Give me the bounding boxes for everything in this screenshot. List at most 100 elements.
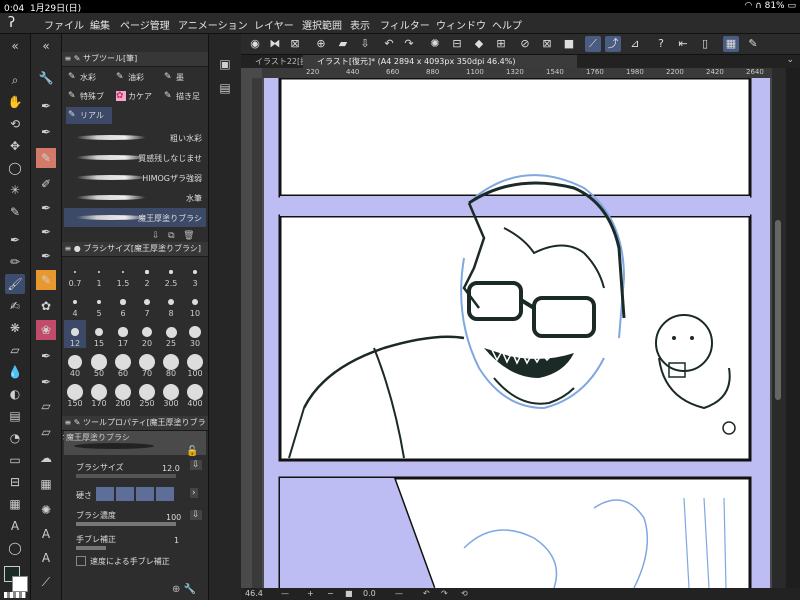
pencil-icon[interactable]: ✏ [5, 252, 25, 272]
hardness-selector[interactable] [96, 487, 176, 501]
export-icon[interactable]: ⇤ [675, 36, 691, 52]
snap-ruler-icon[interactable]: ⟋ [585, 36, 601, 52]
fill-icon[interactable]: ◆ [471, 36, 487, 52]
menu-view[interactable]: 表示 [350, 17, 370, 32]
rotate-icon[interactable]: ⟲ [5, 114, 25, 134]
invert-select-icon[interactable]: ⊠ [539, 36, 555, 52]
brush-size-option[interactable]: 1.5 [112, 260, 134, 288]
redo-icon[interactable]: ↷ [401, 36, 417, 52]
brush-size-option[interactable]: 6 [112, 290, 134, 318]
brush-size-option[interactable]: 20 [136, 320, 158, 348]
select-all-icon[interactable]: ■ [561, 36, 577, 52]
wrench-icon[interactable]: 🔧 [36, 68, 56, 88]
loading-icon[interactable]: ✺ [427, 36, 443, 52]
zoom-out-icon[interactable]: − [327, 589, 334, 598]
decoration-icon[interactable]: ❋ [5, 318, 25, 338]
menu-layer[interactable]: レイヤー [254, 17, 294, 32]
brush-size-option[interactable]: 30 [184, 320, 206, 348]
app-logo-icon[interactable]: ʔ [8, 15, 24, 31]
menu-window[interactable]: ウィンドウ [436, 17, 486, 32]
pen-icon[interactable]: ✒ [36, 198, 56, 218]
sub-color-swatch[interactable] [12, 576, 28, 592]
pen-icon[interactable]: ✒ [36, 96, 56, 116]
angle-value[interactable]: 0.0 [363, 589, 376, 598]
subtool-group-special[interactable]: ✎ 特殊ブ [66, 88, 104, 105]
brush-size-option[interactable]: 1 [88, 260, 110, 288]
fit-icon[interactable]: ■ [345, 589, 353, 598]
help-icon[interactable]: ? [653, 36, 669, 52]
stabilization-value[interactable]: 1 [174, 536, 179, 545]
ruler-icon[interactable]: ▦ [5, 494, 25, 514]
figure-icon[interactable]: ▭ [5, 450, 25, 470]
brush-size-option[interactable]: 5 [88, 290, 110, 318]
copy-icon[interactable]: ⧉ [168, 231, 174, 241]
eraser-icon[interactable]: ▱ [36, 422, 56, 442]
collapse-icon[interactable]: « [36, 36, 56, 56]
brush-tool-icon[interactable]: 🖌 [5, 274, 25, 294]
canvas[interactable] [264, 78, 770, 588]
zoom-icon[interactable]: ⌕ [5, 70, 25, 90]
new-file-icon[interactable]: ⊕ [313, 36, 329, 52]
menu-help[interactable]: ヘルプ [492, 17, 522, 32]
speed-stab-checkbox[interactable] [76, 556, 86, 566]
density-slider[interactable] [76, 522, 176, 526]
zoom-slider[interactable]: — [281, 589, 289, 598]
menu-filter[interactable]: フィルター [380, 17, 430, 32]
text-icon[interactable]: A [36, 524, 56, 544]
brush-size-option[interactable]: 15 [88, 320, 110, 348]
brush-size-option[interactable]: 25 [160, 320, 182, 348]
text-icon[interactable]: A [36, 548, 56, 568]
clear-icon[interactable]: ⊟ [449, 36, 465, 52]
pen-icon[interactable]: ✒ [36, 222, 56, 242]
menu-selection[interactable]: 選択範囲 [302, 17, 342, 32]
menu-animation[interactable]: アニメーション [178, 17, 248, 32]
rotate-left-icon[interactable]: ↶ [423, 589, 430, 598]
zoom-value[interactable]: 46.4 [245, 589, 263, 598]
tool-property-settings-icon[interactable]: ⊕ 🔧 [172, 584, 196, 595]
menu-edit[interactable]: 編集 [90, 17, 110, 32]
brush-size-option[interactable]: 3 [184, 260, 206, 288]
move-icon[interactable]: ✥ [5, 136, 25, 156]
text-icon[interactable]: A [5, 516, 25, 536]
brush-icon[interactable]: ✎ [36, 148, 56, 168]
lock-icon[interactable]: 🔓 [186, 446, 198, 457]
brush-size-option[interactable]: 170 [88, 380, 110, 408]
brush-size-option[interactable]: 2.5 [160, 260, 182, 288]
vertical-scrollbar-thumb[interactable] [775, 220, 781, 400]
navigator-icon[interactable]: ▣ [215, 54, 235, 74]
trash-icon[interactable]: 🗑 [183, 231, 194, 241]
subtool-group-oil[interactable]: ✎ 油彩 [114, 69, 144, 86]
menu-page[interactable]: ページ管理 [120, 17, 170, 32]
brush-size-option[interactable]: 60 [112, 350, 134, 378]
stabilization-slider[interactable] [76, 546, 106, 550]
brush-size-option[interactable]: 2 [136, 260, 158, 288]
pressure-icon[interactable]: ⇩ [190, 460, 202, 470]
brush-size-option[interactable]: 70 [136, 350, 158, 378]
smartphone-icon[interactable]: ▯ [697, 36, 713, 52]
pen-icon[interactable]: ✒ [36, 246, 56, 266]
chevron-down-icon[interactable]: ⌄ [786, 55, 794, 65]
lasso-icon[interactable]: ◯ [5, 158, 25, 178]
subtool-group-kakea[interactable]: ✿ カケア [114, 88, 152, 105]
tab-illust-restored[interactable]: イラスト[復元]* (A4 2894 x 4093px 350dpi 46.4%… [303, 55, 577, 68]
fit-icon[interactable]: ⊠ [287, 36, 303, 52]
snap-grid-icon[interactable]: ⊿ [627, 36, 643, 52]
pattern-icon[interactable]: ❀ [36, 320, 56, 340]
brush-size-option[interactable]: 50 [88, 350, 110, 378]
hand-icon[interactable]: ✋ [5, 92, 25, 112]
panel-icon[interactable]: ▦ [723, 36, 739, 52]
camera-icon[interactable]: ◉ [247, 36, 263, 52]
pen-icon[interactable]: ✒ [5, 230, 25, 250]
eraser-icon[interactable]: ▱ [36, 396, 56, 416]
import-icon[interactable]: ⇩ [152, 231, 160, 241]
brush-item[interactable]: 粗い水彩 [64, 128, 206, 147]
brush-size-option[interactable]: 100 [184, 350, 206, 378]
density-value[interactable]: 100 [166, 513, 181, 522]
brush-size-option[interactable]: 4 [64, 290, 86, 318]
brush-item[interactable]: 質感残しなじませ [64, 148, 206, 167]
layer-icon[interactable]: ▤ [215, 78, 235, 98]
balloon-icon[interactable]: ◯ [5, 538, 25, 558]
blend-icon[interactable]: 💧 [5, 362, 25, 382]
brush-item-selected[interactable]: 魔王厚塗りブラシ [64, 208, 206, 227]
snap-special-icon[interactable]: ⤴ [605, 36, 621, 52]
